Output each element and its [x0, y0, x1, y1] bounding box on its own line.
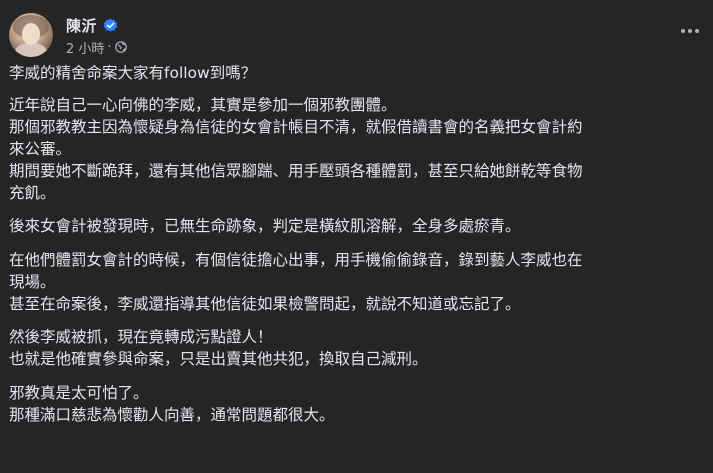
- post-timestamp[interactable]: 2 小時: [66, 38, 104, 57]
- post-header: 陳沂 2 小時 ·: [9, 10, 127, 60]
- post-time-row: 2 小時 ·: [66, 38, 127, 57]
- paragraph: 後來女會計被發現時，已無生命跡象，判定是橫紋肌溶解，全身多處瘀青。: [9, 215, 704, 237]
- more-options-icon[interactable]: [677, 18, 703, 44]
- post-content: 李威的精舍命案大家有follow到嗎？ 近年說自己一心向佛的李威，其實是參加一個…: [9, 62, 704, 435]
- text-line: 甚至在命案後，李威還指導其他信徒如果檢警問起，就說不知道或忘記了。: [9, 295, 521, 313]
- paragraph: 近年說自己一心向佛的李威，其實是參加一個邪教團體。 那個邪教教主因為懷疑身為信徒…: [9, 94, 704, 204]
- text-line: 現場。: [9, 273, 56, 291]
- paragraph: 在他們體罰女會計的時候，有個信徒擔心出事，用手機偷偷錄音，錄到藝人李威也在 現場…: [9, 249, 704, 315]
- text-line: 那種滿口慈悲為懷勸人向善，通常問題都很大。: [9, 406, 335, 424]
- paragraph: 然後李威被抓，現在竟轉成污點證人！ 也就是他確實參與命案，只是出賣其他共犯，換取…: [9, 326, 704, 370]
- text-line: 李威的精舍命案大家有follow到嗎？: [9, 64, 257, 82]
- text-line: 充飢。: [9, 184, 56, 202]
- separator-dot: ·: [107, 39, 112, 55]
- text-line: 後來女會計被發現時，已無生命跡象，判定是橫紋肌溶解，全身多處瘀青。: [9, 217, 521, 235]
- author-meta: 陳沂 2 小時 ·: [66, 14, 127, 57]
- avatar[interactable]: [9, 13, 53, 57]
- text-line: 那個邪教教主因為懷疑身為信徒的女會計帳目不清，就假借讀書會的名義把女會計約: [9, 118, 583, 136]
- name-row: 陳沂: [66, 14, 127, 36]
- paragraph: 李威的精舍命案大家有follow到嗎？: [9, 62, 704, 84]
- text-line: 邪教真是太可怕了。: [9, 384, 149, 402]
- text-line: 近年說自己一心向佛的李威，其實是參加一個邪教團體。: [9, 96, 397, 114]
- text-line: 也就是他確實參與命案，只是出賣其他共犯，換取自己減刑。: [9, 350, 428, 368]
- text-line: 期間要她不斷跪拜，還有其他信眾腳踹、用手壓頭各種體罰，甚至只給她餅乾等食物: [9, 162, 583, 180]
- post-card: 陳沂 2 小時 · 李威的精舍命案大家有follow到嗎？ 近年說自己一心向佛的…: [0, 0, 713, 473]
- text-line: 在他們體罰女會計的時候，有個信徒擔心出事，用手機偷偷錄音，錄到藝人李威也在: [9, 251, 583, 269]
- verified-badge-icon: [103, 18, 118, 33]
- author-name[interactable]: 陳沂: [66, 15, 97, 36]
- text-line: 然後李威被抓，現在竟轉成污點證人！: [9, 328, 273, 346]
- text-line: 來公審。: [9, 140, 72, 158]
- globe-icon[interactable]: [114, 41, 127, 53]
- paragraph: 邪教真是太可怕了。 那種滿口慈悲為懷勸人向善，通常問題都很大。: [9, 382, 704, 426]
